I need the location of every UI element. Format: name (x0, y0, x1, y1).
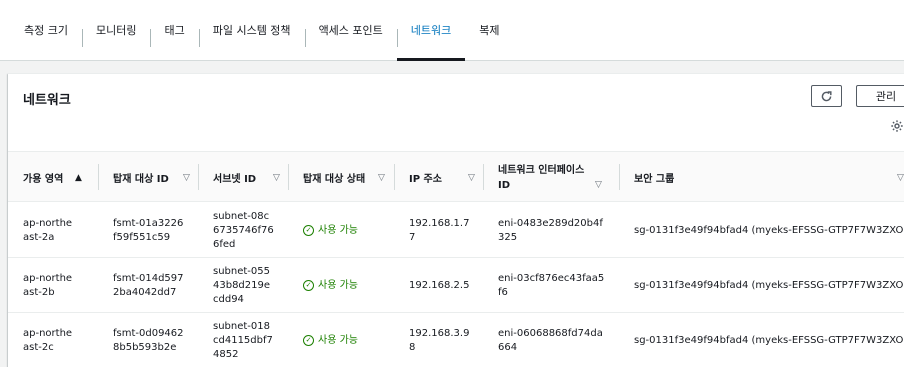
cell-az: ap-northeast-2b (23, 272, 73, 298)
column-header-ip-address[interactable]: IP 주소 ▽ (394, 152, 483, 203)
network-panel: 네트워크 관리 가용 영역 ▲ 탑재 대상 ID ▽ 서브넷 ID ▽ 탑재 대… (8, 73, 904, 367)
tab-metrics[interactable]: 측정 크기 (10, 0, 82, 60)
column-header-network-interface-id[interactable]: 네트워크 인터페이스 ID ▽ (483, 152, 619, 203)
column-header-mount-target-status[interactable]: 탑재 대상 상태 ▽ (288, 152, 394, 203)
cell-ip-address: 192.168.3.98 (409, 327, 470, 353)
column-header-az[interactable]: 가용 영역 ▲ (8, 152, 98, 203)
cell-subnet-id[interactable]: subnet-05543b8d219ecdd94 (198, 258, 288, 313)
cell-az: ap-northeast-2a (23, 217, 73, 243)
cell-network-interface-id[interactable]: eni-03cf876ec43faa5f6 (483, 258, 619, 313)
tab-bar: 측정 크기 모니터링 태그 파일 시스템 정책 액세스 포인트 네트워크 복제 (0, 0, 904, 61)
sort-desc-icon: ▽ (378, 172, 385, 183)
cell-mount-target-id[interactable]: fsmt-01a3226f59f551c59 (98, 203, 198, 258)
table-row: ap-northeast-2b fsmt-014d5972ba4042dd7 s… (8, 258, 904, 313)
sort-desc-icon: ▽ (897, 172, 904, 183)
sort-desc-icon: ▽ (273, 172, 280, 183)
tab-tags[interactable]: 태그 (150, 0, 198, 60)
cell-security-group[interactable]: sg-0131f3e49f94bfad4 (myeks-EFSSG-GTP7F7… (619, 258, 904, 313)
check-circle-icon: ✓ (303, 225, 314, 236)
gear-icon[interactable] (890, 119, 904, 135)
check-circle-icon: ✓ (303, 335, 314, 346)
table-header: 가용 영역 ▲ 탑재 대상 ID ▽ 서브넷 ID ▽ 탑재 대상 상태 ▽ I… (8, 151, 904, 202)
column-header-subnet-id[interactable]: 서브넷 ID ▽ (198, 152, 288, 203)
cell-mount-target-id[interactable]: fsmt-014d5972ba4042dd7 (98, 258, 198, 313)
refresh-button[interactable] (811, 85, 842, 107)
tab-network[interactable]: 네트워크 (396, 0, 466, 61)
cell-status: ✓ 사용 가능 (288, 313, 394, 367)
check-circle-icon: ✓ (303, 280, 314, 291)
sort-desc-icon: ▽ (595, 180, 602, 190)
cell-status: ✓ 사용 가능 (288, 203, 394, 258)
tab-replication[interactable]: 복제 (465, 0, 513, 60)
column-header-mount-target-id[interactable]: 탑재 대상 ID ▽ (98, 152, 198, 203)
sort-asc-icon: ▲ (75, 172, 82, 183)
table-row: ap-northeast-2a fsmt-01a3226f59f551c59 s… (8, 203, 904, 258)
sort-desc-icon: ▽ (468, 172, 475, 183)
cell-az: ap-northeast-2c (23, 327, 73, 353)
table-row: ap-northeast-2c fsmt-0d094628b5b593b2e s… (8, 313, 904, 367)
tab-monitoring[interactable]: 모니터링 (81, 0, 150, 60)
cell-ip-address: 192.168.1.77 (409, 217, 470, 243)
cell-ip-address: 192.168.2.5 (409, 279, 470, 291)
manage-button[interactable]: 관리 (856, 85, 904, 107)
tab-file-system-policy[interactable]: 파일 시스템 정책 (198, 0, 305, 60)
cell-subnet-id[interactable]: subnet-08c6735746f766fed (198, 203, 288, 258)
cell-mount-target-id[interactable]: fsmt-0d094628b5b593b2e (98, 313, 198, 367)
cell-network-interface-id[interactable]: eni-06068868fd74da664 (483, 313, 619, 367)
sort-desc-icon: ▽ (183, 172, 190, 183)
cell-security-group[interactable]: sg-0131f3e49f94bfad4 (myeks-EFSSG-GTP7F7… (619, 313, 904, 367)
column-header-security-group[interactable]: 보안 그룹 ▽ (619, 152, 904, 203)
refresh-icon (821, 90, 832, 101)
cell-status: ✓ 사용 가능 (288, 258, 394, 313)
cell-security-group[interactable]: sg-0131f3e49f94bfad4 (myeks-EFSSG-GTP7F7… (619, 203, 904, 258)
panel-title: 네트워크 (23, 93, 71, 108)
cell-subnet-id[interactable]: subnet-018cd4115dbf74852 (198, 313, 288, 367)
cell-network-interface-id[interactable]: eni-0483e289d20b4f325 (483, 203, 619, 258)
tab-access-points[interactable]: 액세스 포인트 (304, 0, 397, 60)
